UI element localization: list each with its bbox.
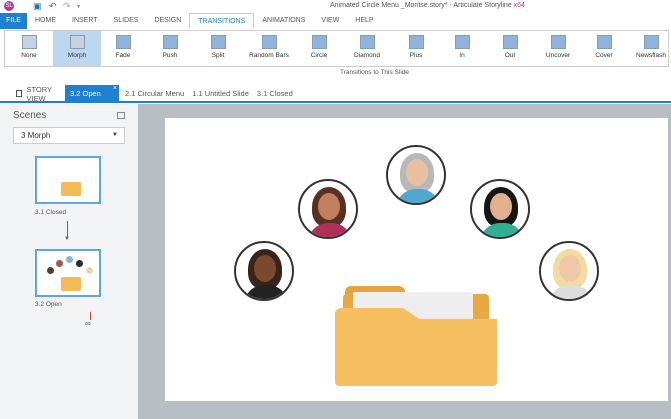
tab-home[interactable]: HOME <box>27 13 64 29</box>
in-icon <box>454 35 470 49</box>
tab-file[interactable]: FILE <box>0 13 27 29</box>
push-icon <box>162 35 178 49</box>
slide-thumb-open[interactable] <box>35 249 101 297</box>
avatar-portrait[interactable] <box>298 179 358 239</box>
newsflash-icon <box>643 35 659 49</box>
circle-icon <box>311 35 327 49</box>
morph-icon <box>69 35 85 49</box>
cover-icon <box>596 35 612 49</box>
avatar-portrait[interactable] <box>386 145 446 205</box>
none-icon <box>21 35 37 49</box>
tab-view[interactable]: VIEW <box>313 13 347 29</box>
transition-cover-button[interactable]: Cover <box>581 31 627 66</box>
tab-label: 3.2 Open <box>70 89 101 98</box>
tab-1-1-untitled-slide[interactable]: 1.1 Untitled Slide <box>188 89 253 98</box>
transition-label: Fade <box>115 52 131 59</box>
transition-label: In <box>459 52 465 59</box>
document-tabs: STORY VIEW 3.2 Open × 2.1 Circular Menu 1… <box>0 85 671 103</box>
transitions-ribbon: None Morph Fade Push Split Random Bars Circle D… <box>4 30 669 67</box>
transition-fade-button[interactable]: Fade <box>101 31 145 66</box>
avatar-mini <box>56 260 63 267</box>
slide-canvas[interactable] <box>165 118 668 401</box>
transition-uncover-button[interactable]: Uncover <box>535 31 581 66</box>
transition-label: Push <box>162 52 178 59</box>
transition-in-button[interactable]: In <box>439 31 485 66</box>
transition-random-bars-button[interactable]: Random Bars <box>241 31 297 66</box>
folder-icon <box>61 182 81 196</box>
restore-panel-icon[interactable] <box>117 112 125 119</box>
slide-caption: 3.2 Open <box>35 301 62 308</box>
split-icon <box>210 35 226 49</box>
scenes-title: Scenes <box>13 110 47 121</box>
transition-newsflash-button[interactable]: Newsflash <box>627 31 671 66</box>
title-text: Animated Circle Menu _Montse.story* - Ar… <box>330 2 512 9</box>
transition-label: Morph <box>67 52 87 59</box>
transition-out-button[interactable]: Out <box>485 31 535 66</box>
story-view-tab[interactable]: STORY VIEW <box>0 85 65 103</box>
avatar-portrait[interactable] <box>470 179 530 239</box>
transition-label: Out <box>504 52 516 59</box>
transition-label: Split <box>211 52 225 59</box>
title-bar: SL ▣ ↶ ↷ ▾ Animated Circle Menu _Montse.… <box>0 0 671 13</box>
avatar-portrait[interactable] <box>234 241 294 301</box>
out-icon <box>502 35 518 49</box>
transition-label: None <box>21 52 37 59</box>
tab-animations[interactable]: ANIMATIONS <box>254 13 313 29</box>
tab-slides[interactable]: SLIDES <box>106 13 147 29</box>
transition-circle-button[interactable]: Circle <box>297 31 341 66</box>
scene-dropdown[interactable]: 3 Morph ▼ <box>13 127 125 144</box>
transition-label: Uncover <box>545 52 571 59</box>
transition-label: Circle <box>310 52 328 59</box>
random-bars-icon <box>261 35 277 49</box>
close-tab-icon[interactable]: × <box>113 80 117 97</box>
tab-2-1-circular-menu[interactable]: 2.1 Circular Menu <box>121 89 188 98</box>
avatar-mini <box>47 267 54 274</box>
avatar-mini <box>86 267 93 274</box>
scenes-panel: Scenes 3 Morph ▼ 3.1 Closed ▼ 3.2 Open ∞ <box>0 104 138 419</box>
tab-transitions[interactable]: TRANSITIONS <box>189 13 255 29</box>
transition-split-button[interactable]: Split <box>195 31 241 66</box>
plus-icon <box>408 35 424 49</box>
transition-label: Newsflash <box>636 52 666 59</box>
tab-insert[interactable]: INSERT <box>64 13 106 29</box>
link-icon[interactable]: ∞ <box>85 319 91 328</box>
folder-image[interactable] <box>335 284 497 388</box>
chevron-down-icon: ▼ <box>112 132 118 138</box>
avatar-mini <box>66 256 73 263</box>
transition-label: Plus <box>409 52 423 59</box>
avatar-portrait[interactable] <box>539 241 599 301</box>
story-view-label: STORY VIEW <box>26 84 52 103</box>
arch-label: x64 <box>513 2 525 9</box>
slide-thumb-closed[interactable] <box>35 156 101 204</box>
folder-icon <box>61 277 81 291</box>
scene-dropdown-value: 3 Morph <box>21 131 51 140</box>
avatar-mini <box>76 260 83 267</box>
window-title: Animated Circle Menu _Montse.story* - Ar… <box>0 2 671 9</box>
transition-plus-button[interactable]: Plus <box>393 31 439 66</box>
transition-morph-button[interactable]: Morph <box>53 31 101 66</box>
diamond-icon <box>359 35 375 49</box>
tab-3-1-closed[interactable]: 3.1 Closed <box>253 89 297 98</box>
transition-label: Diamond <box>353 52 380 59</box>
transition-label: Random Bars <box>249 52 289 59</box>
menu-tabs: FILE HOME INSERT SLIDES DESIGN TRANSITIO… <box>0 13 671 29</box>
tab-design[interactable]: DESIGN <box>146 13 189 29</box>
transition-push-button[interactable]: Push <box>145 31 195 66</box>
slide-caption: 3.1 Closed <box>35 209 67 216</box>
story-view-icon <box>16 90 23 97</box>
uncover-icon <box>550 35 566 49</box>
ribbon-group-label: Transitions to This Slide <box>340 69 410 76</box>
tab-3-2-open[interactable]: 3.2 Open × <box>65 85 119 102</box>
fade-icon <box>115 35 131 49</box>
transition-none-button[interactable]: None <box>5 31 53 66</box>
transition-label: Cover <box>595 52 613 59</box>
tab-help[interactable]: HELP <box>347 13 381 29</box>
transition-diamond-button[interactable]: Diamond <box>341 31 393 66</box>
arrow-down-icon: ▼ <box>64 236 70 242</box>
